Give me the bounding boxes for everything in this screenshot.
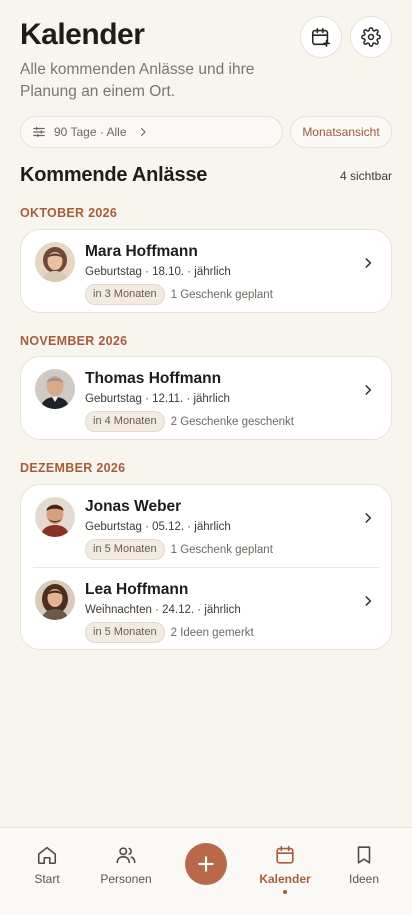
sliders-icon [33,126,45,138]
bottom-tab-bar: Start Personen Kalender Ideen [0,827,412,915]
gift-note: 1 Geschenk geplant [170,288,273,301]
idea-note: 2 Ideen gemerkt [170,626,254,639]
tab-label: Personen [100,872,152,886]
avatar [35,497,75,537]
countdown-badge: in 5 Monaten [85,539,165,560]
home-icon [37,846,57,865]
event-info: Thomas Hoffmann Geburtstag · 12.11. · jä… [85,369,351,432]
person-name: Lea Hoffmann [85,581,189,598]
tab-label: Kalender [259,872,311,886]
add-event-button[interactable] [300,16,342,58]
person-name: Mara Hoffmann [85,243,198,260]
event-info: Mara Hoffmann Geburtstag · 18.10. · jähr… [85,242,351,305]
filter-row: 90 Tage · Alle Monatsansicht [20,116,392,148]
month-label-november: NOVEMBER 2026 [20,334,128,348]
chevron-right-icon [365,513,372,523]
chevron-right-icon [365,258,372,268]
tab-personen[interactable]: Personen [91,844,161,886]
tab-kalender[interactable]: Kalender [250,844,320,894]
bookmark-icon [357,846,371,864]
event-card-october: Mara Hoffmann Geburtstag · 18.10. · jähr… [20,229,392,313]
avatar [35,369,75,409]
plus-icon [198,856,214,872]
event-meta: Geburtstag · 05.12. · jährlich [85,521,231,533]
filter-chip[interactable]: 90 Tage · Alle [20,116,283,148]
gift-note: 2 Geschenke geschenkt [170,415,294,428]
chevron-right-icon [365,596,372,606]
month-label-december: DEZEMBER 2026 [20,461,126,475]
calendar-icon [276,845,294,864]
event-card-december: Jonas Weber Geburtstag · 05.12. · jährli… [20,484,392,650]
avatar [35,242,75,282]
filter-label: 90 Tage · Alle [54,125,127,139]
month-label-october: OKTOBER 2026 [20,206,118,220]
event-item[interactable]: Mara Hoffmann Geburtstag · 18.10. · jähr… [21,230,391,312]
event-meta: Weihnachten · 24.12. · jährlich [85,604,241,616]
person-name: Thomas Hoffmann [85,370,222,387]
people-icon [116,847,136,864]
event-meta: Geburtstag · 12.11. · jährlich [85,393,230,405]
event-item[interactable]: Lea Hoffmann Weihnachten · 24.12. · jähr… [33,567,379,649]
settings-button[interactable] [350,16,392,58]
avatar [35,580,75,620]
month-view-button[interactable]: Monatsansicht [290,116,392,148]
event-info: Lea Hoffmann Weihnachten · 24.12. · jähr… [85,580,339,643]
tab-label: Start [34,872,60,886]
chevron-right-icon [140,127,146,137]
page-header: Kalender Alle kommenden Anlässe und ihre… [20,16,392,103]
chevron-right-icon [365,385,372,395]
event-item[interactable]: Jonas Weber Geburtstag · 05.12. · jährli… [21,485,391,567]
tab-label: Ideen [348,872,380,886]
event-item[interactable]: Thomas Hoffmann Geburtstag · 12.11. · jä… [21,357,391,439]
section-title: Kommende Anlässe [20,164,208,186]
event-meta: Geburtstag · 18.10. · jährlich [85,266,231,278]
countdown-badge: in 4 Monaten [85,411,165,432]
active-indicator [283,890,287,894]
person-name: Jonas Weber [85,498,182,515]
event-card-november: Thomas Hoffmann Geburtstag · 12.11. · jä… [20,356,392,440]
gift-note: 1 Geschenk geplant [170,543,273,556]
page-subtitle: Alle kommenden Anlässe und ihre Planung … [20,61,255,100]
gear-icon [361,27,381,47]
calendar-plus-icon [311,27,331,47]
countdown-badge: in 5 Monaten [85,622,165,643]
event-info: Jonas Weber Geburtstag · 05.12. · jährli… [85,497,351,560]
tab-ideen[interactable]: Ideen [329,844,399,886]
countdown-badge: in 3 Monaten [85,284,165,305]
visible-count: 4 sichtbar [339,168,392,183]
section-header: Kommende Anlässe 4 sichtbar [20,164,392,187]
tab-start[interactable]: Start [12,844,82,886]
add-button[interactable] [185,843,227,885]
